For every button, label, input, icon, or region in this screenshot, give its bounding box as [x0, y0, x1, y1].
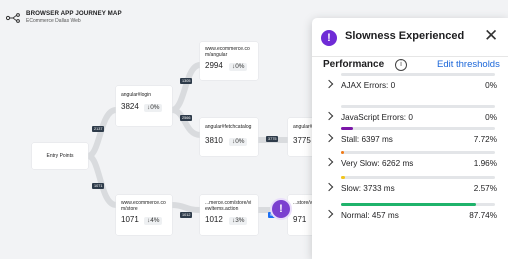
node-metric: 2994	[205, 61, 223, 70]
transition-count[interactable]: 2137	[92, 126, 105, 132]
node-name: ...merce.com/store/vi ewItems.action	[205, 200, 252, 212]
panel-title: Slowness Experienced	[345, 30, 465, 42]
node-angular-login[interactable]: angular#login 3824 ↓0%	[116, 86, 172, 126]
performance-row[interactable]: Slow: 3733 ms 2.57%	[312, 176, 508, 200]
slowness-panel: ! Slowness Experienced ✕ Performance i E…	[312, 18, 508, 259]
performance-bar-fill	[341, 203, 477, 206]
node-percent: ↓0%	[144, 104, 163, 112]
performance-bar-track	[341, 151, 495, 154]
chevron-right-icon[interactable]	[324, 209, 334, 219]
info-icon[interactable]: i	[395, 59, 407, 71]
transition-count[interactable]: 2566	[180, 115, 193, 121]
chevron-right-icon[interactable]	[324, 157, 334, 167]
performance-bar-fill	[341, 151, 345, 154]
performance-row-value: 87.74%	[469, 211, 497, 220]
panel-header: ! Slowness Experienced ✕	[312, 18, 508, 56]
performance-row-label: Stall: 6397 ms	[341, 135, 393, 144]
performance-bar-fill	[341, 127, 353, 130]
performance-row-value: 7.72%	[473, 135, 497, 144]
performance-row-value: 0%	[485, 113, 497, 122]
performance-row[interactable]: Stall: 6397 ms 7.72%	[312, 127, 508, 151]
performance-bar-track	[341, 105, 495, 108]
entry-points-node[interactable]: Entry Points	[32, 143, 88, 169]
node-percent: ↓0%	[229, 63, 248, 71]
slowness-alert-icon[interactable]: !	[272, 200, 290, 218]
edit-thresholds-link[interactable]: Edit thresholds	[437, 55, 500, 75]
node-name: angular#login	[121, 92, 152, 98]
node-metric: 3824	[121, 102, 139, 111]
node-percent: ↓4%	[144, 217, 163, 225]
chevron-right-icon[interactable]	[324, 182, 334, 192]
transition-count[interactable]: 1071	[92, 183, 105, 189]
close-button[interactable]: ✕	[484, 26, 498, 46]
performance-bar-track	[341, 203, 495, 206]
node-view-items[interactable]: ...merce.com/store/vi ewItems.action 101…	[200, 195, 258, 235]
performance-label: Performance	[323, 59, 385, 70]
performance-bar-track	[341, 176, 495, 179]
warning-icon: !	[321, 30, 337, 46]
performance-row-label: JavaScript Errors: 0	[341, 113, 413, 122]
performance-row-label: AJAX Errors: 0	[341, 81, 396, 90]
node-angular-page[interactable]: www.ecommerce.co m/angular 2994 ↓0%	[200, 42, 258, 80]
chevron-right-icon[interactable]	[324, 111, 334, 121]
node-percent: ↓0%	[229, 138, 248, 146]
transition-count[interactable]: 1012	[180, 212, 193, 218]
node-metric: 1071	[121, 215, 139, 224]
performance-row-value: 1.96%	[473, 159, 497, 168]
performance-row[interactable]: JavaScript Errors: 0 0%	[312, 105, 508, 129]
node-fetchcatalog[interactable]: angular#fetchcatalog 3810 ↓0%	[200, 118, 258, 156]
performance-bar-fill	[341, 176, 345, 179]
node-name: www.ecommerce.co m/angular	[205, 46, 250, 58]
node-metric: 1012	[205, 215, 223, 224]
performance-row-value: 2.57%	[473, 184, 497, 193]
performance-row[interactable]: Normal: 457 ms 87.74%	[312, 203, 508, 227]
node-store[interactable]: www.ecommerce.co m/store 1071 ↓4%	[116, 195, 172, 235]
performance-row-label: Normal: 457 ms	[341, 211, 399, 220]
transition-count[interactable]: 3775	[266, 136, 279, 142]
performance-row-label: Slow: 3733 ms	[341, 184, 395, 193]
chevron-right-icon[interactable]	[324, 133, 334, 143]
performance-row[interactable]: AJAX Errors: 0 0%	[312, 73, 508, 97]
performance-row-label: Very Slow: 6262 ms	[341, 159, 414, 168]
node-percent: ↓3%	[229, 217, 248, 225]
performance-bar-track	[341, 127, 495, 130]
performance-bar-track	[341, 73, 495, 76]
node-name: www.ecommerce.co m/store	[121, 200, 166, 212]
entry-points-label: Entry Points	[46, 153, 74, 159]
performance-row[interactable]: Very Slow: 6262 ms 1.96%	[312, 151, 508, 175]
node-metric: 3775	[293, 136, 311, 145]
performance-row-value: 0%	[485, 81, 497, 90]
chevron-right-icon[interactable]	[324, 79, 334, 89]
node-metric: 3810	[205, 136, 223, 145]
node-metric: 971	[293, 215, 307, 224]
transition-count[interactable]: 1305	[180, 78, 193, 84]
node-name: angular#fetchcatalog	[205, 124, 252, 130]
